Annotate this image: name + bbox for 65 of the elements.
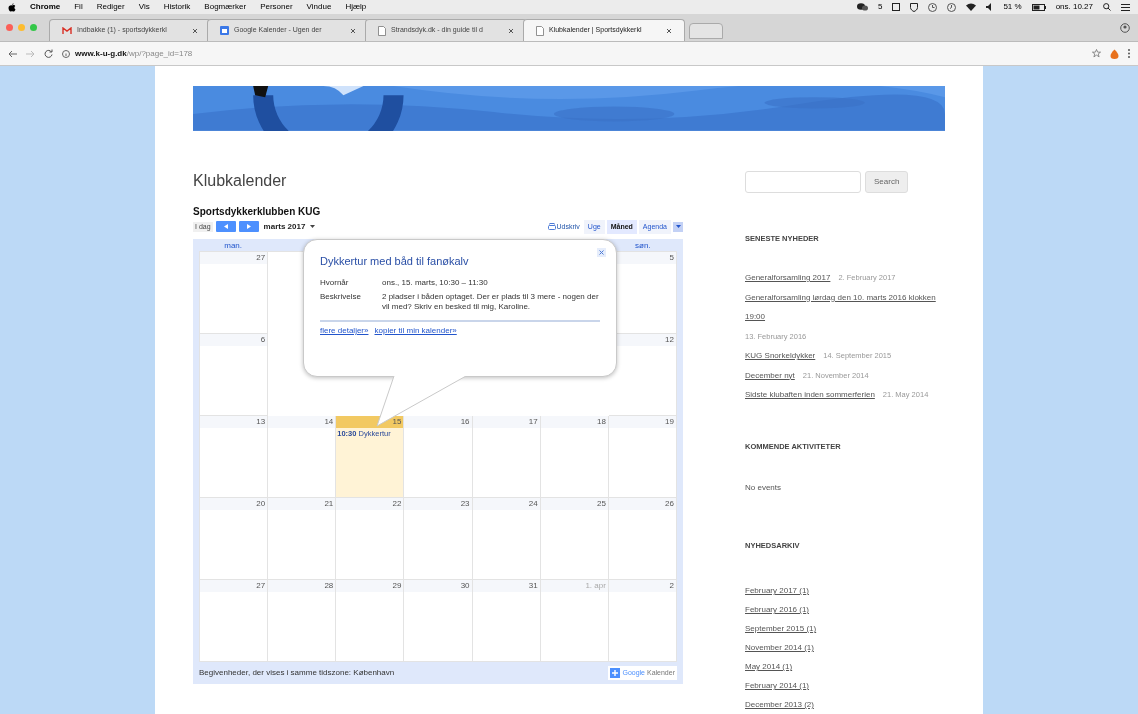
- day-number: 24: [528, 497, 538, 510]
- archive-link[interactable]: May 2014 (1): [745, 657, 793, 676]
- field-value: 2 pladser i båden optaget. Der er plads til 3 mere - nogen der vil med? Skriv en besked til mig, Karoline.: [382, 291, 600, 312]
- archive-link[interactable]: February 2014 (1): [745, 676, 810, 695]
- day-number: 21: [324, 497, 334, 510]
- news-link[interactable]: Generalforsamling 2017: [745, 268, 831, 288]
- day-number: 27: [256, 251, 266, 264]
- day-number: 2: [669, 579, 674, 592]
- day-number: 15: [392, 415, 402, 428]
- news-link[interactable]: December nyt: [745, 365, 795, 385]
- url-text: www.k-u-g.dk/wp/?page_id=178: [75, 47, 193, 60]
- app-menu[interactable]: Chrome: [30, 1, 61, 13]
- archive-link[interactable]: September 2015 (1): [745, 619, 817, 638]
- field-label: Hvornår: [320, 277, 350, 288]
- day-number: 31: [528, 579, 538, 592]
- day-number: 19: [665, 415, 674, 428]
- popup-title: Dykkertur med båd til fanøkalv: [320, 253, 470, 268]
- weekday-header: man.: [224, 240, 243, 251]
- news-link[interactable]: KUG Snorkeldykker: [745, 346, 816, 366]
- day-number: 29: [392, 579, 402, 592]
- day-number: 23: [460, 497, 470, 510]
- day-number: 25: [596, 497, 606, 510]
- day-number: 12: [665, 333, 674, 346]
- day-number: 28: [324, 579, 334, 592]
- news-link[interactable]: Sidste klubaften inden sommerferien: [745, 385, 875, 405]
- menu-item[interactable]: Historik: [163, 1, 191, 13]
- weekday-header: søn.: [635, 240, 651, 251]
- day-number: 14: [324, 415, 334, 428]
- battery-percent: 51 %: [1003, 1, 1022, 13]
- menu-clock: ons. 10.27: [1055, 1, 1093, 13]
- popup-link[interactable]: kopier til min kalender»: [374, 324, 457, 337]
- page-title: Klubkalender: [193, 170, 288, 191]
- menu-item[interactable]: Personer: [260, 1, 293, 13]
- day-number: 26: [665, 497, 674, 510]
- day-number: 30: [460, 579, 470, 592]
- field-label: Beskrivelse: [320, 291, 362, 303]
- menu-item[interactable]: Fil: [74, 1, 83, 13]
- archive-link[interactable]: February 2016 (1): [745, 600, 810, 619]
- day-number: 13: [256, 415, 266, 428]
- search-button[interactable]: Search: [865, 170, 909, 193]
- popup-link[interactable]: flere detaljer»: [320, 324, 369, 337]
- day-number: 6: [260, 333, 266, 346]
- menu-item[interactable]: Rediger: [96, 1, 125, 13]
- notification-count: 5: [877, 1, 883, 13]
- day-number: 20: [256, 497, 266, 510]
- calendar-title: Sportsdykkerklubben KUG: [193, 204, 322, 219]
- archive-link[interactable]: February 2017 (1): [745, 581, 810, 600]
- day-number: 16: [460, 415, 470, 428]
- empty-message: No events: [745, 481, 783, 494]
- news-link[interactable]: Generalforsamling lørdag den 10. marts 2016 klokken 19:00: [745, 287, 945, 327]
- menu-item[interactable]: Hjælp: [345, 1, 367, 13]
- day-number: 18: [596, 415, 606, 428]
- timezone-note: Begivenheder, der vises i samme tidszone: København: [199, 666, 395, 679]
- field-value: ons., 15. marts, 10:30 – 11:30: [382, 277, 489, 288]
- menu-item[interactable]: Vis: [138, 1, 150, 13]
- month-dropdown[interactable]: marts 2017: [263, 220, 316, 233]
- menu-item[interactable]: Vindue: [306, 1, 332, 13]
- archive-link[interactable]: December 2013 (2): [745, 695, 814, 714]
- archive-link[interactable]: November 2014 (1): [745, 638, 814, 657]
- day-number: 22: [392, 497, 402, 510]
- day-number: 1. apr: [585, 579, 606, 592]
- day-number: 5: [669, 251, 674, 264]
- day-number: 27: [256, 579, 266, 592]
- day-number: 17: [528, 415, 538, 428]
- menu-item[interactable]: Bogmærker: [204, 1, 247, 13]
